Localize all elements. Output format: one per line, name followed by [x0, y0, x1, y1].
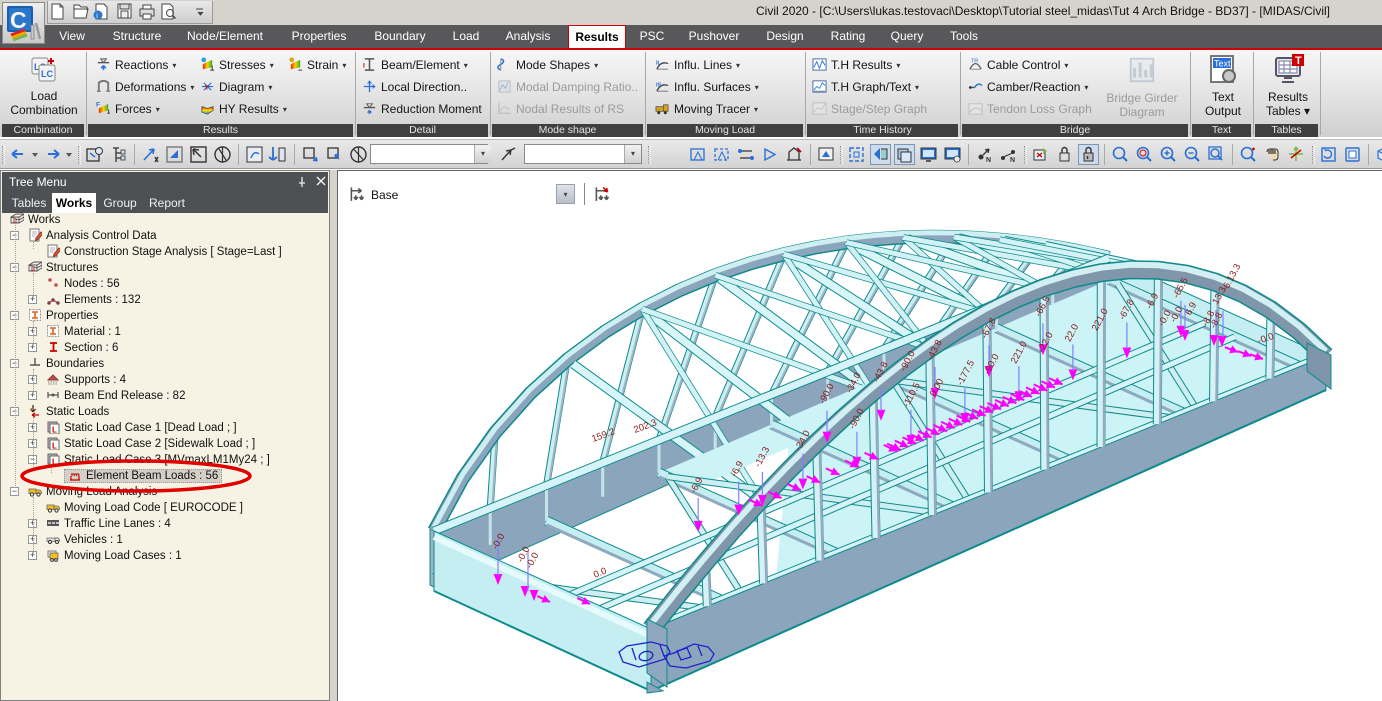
svg-text:T: T [1295, 55, 1302, 67]
svg-text:N: N [1010, 157, 1015, 164]
svg-text:L: L [52, 442, 57, 451]
svg-text:IS: IS [656, 83, 662, 89]
svg-text:202.3: 202.3 [632, 417, 658, 435]
svg-text:I: I [363, 62, 365, 69]
svg-text:Text: Text [1214, 58, 1231, 68]
svg-text:F: F [96, 102, 100, 109]
svg-text:Y: Y [205, 84, 210, 91]
svg-text:159.2: 159.2 [590, 426, 616, 444]
svg-text:TR: TR [971, 59, 978, 65]
svg-text:IL: IL [656, 61, 662, 67]
svg-text:N: N [986, 157, 991, 164]
svg-text:LC: LC [41, 69, 53, 79]
svg-text:L: L [52, 426, 57, 435]
